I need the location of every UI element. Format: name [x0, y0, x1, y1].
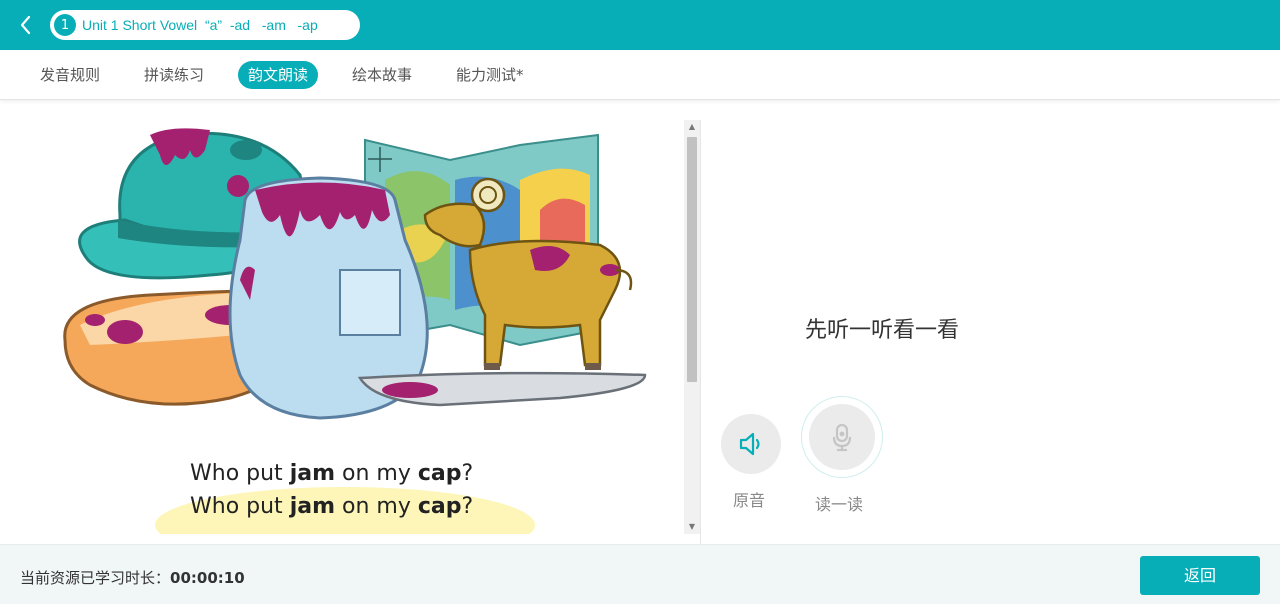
- read-aloud-button[interactable]: [801, 396, 883, 478]
- original-audio-label: 原音: [733, 491, 766, 510]
- study-time: 当前资源已学习时长：00:00:10: [20, 567, 245, 588]
- chevron-left-icon: [20, 15, 31, 35]
- tab-ability-test[interactable]: 能力测试*: [446, 61, 534, 89]
- unit-number-badge: 1: [54, 14, 76, 36]
- tab-picture-book-story[interactable]: 绘本故事: [342, 61, 422, 89]
- read-aloud-label: 读一读: [815, 495, 864, 514]
- footer-bar: 当前资源已学习时长：00:00:10 返回: [0, 544, 1280, 604]
- plate-picture: [357, 371, 647, 407]
- study-time-value: 00:00:10: [170, 569, 245, 587]
- illustration-panel: Who put jam on my cap? Who put jam on my…: [0, 120, 684, 534]
- unit-title-pill[interactable]: 1 Unit 1 Short Vowel “a” -ad -am -ap: [50, 10, 360, 40]
- tab-phonics-practice[interactable]: 拼读练习: [134, 61, 214, 89]
- scroll-thumb[interactable]: [687, 137, 697, 382]
- scroll-up-arrow-icon[interactable]: ▲: [684, 120, 700, 134]
- speaker-icon: [739, 432, 760, 456]
- tab-bar: 发音规则 拼读练习 韵文朗读 绘本故事 能力测试*: [0, 50, 1280, 100]
- tab-pronunciation-rules[interactable]: 发音规则: [30, 61, 110, 89]
- verse-line-1: Who put jam on my cap?: [190, 461, 474, 486]
- top-header-bar: 1 Unit 1 Short Vowel “a” -ad -am -ap: [0, 0, 1280, 50]
- study-time-label: 当前资源已学习时长：: [20, 569, 171, 587]
- scroll-down-arrow-icon[interactable]: ▼: [684, 520, 700, 534]
- original-audio-button[interactable]: [721, 414, 781, 474]
- tab-rhyme-reading[interactable]: 韵文朗读: [238, 61, 319, 89]
- microphone-icon: [832, 423, 852, 452]
- return-button[interactable]: 返回: [1140, 556, 1260, 595]
- content-scrollbar[interactable]: ▲ ▼: [684, 120, 700, 534]
- panel-divider: [700, 120, 701, 544]
- read-aloud-inner: [809, 404, 875, 470]
- listen-prompt: 先听一听看一看: [805, 318, 960, 343]
- verse-line-2: Who put jam on my cap?: [190, 494, 474, 519]
- unit-title: Unit 1 Short Vowel “a” -ad -am -ap: [82, 17, 318, 33]
- back-button[interactable]: [14, 12, 38, 38]
